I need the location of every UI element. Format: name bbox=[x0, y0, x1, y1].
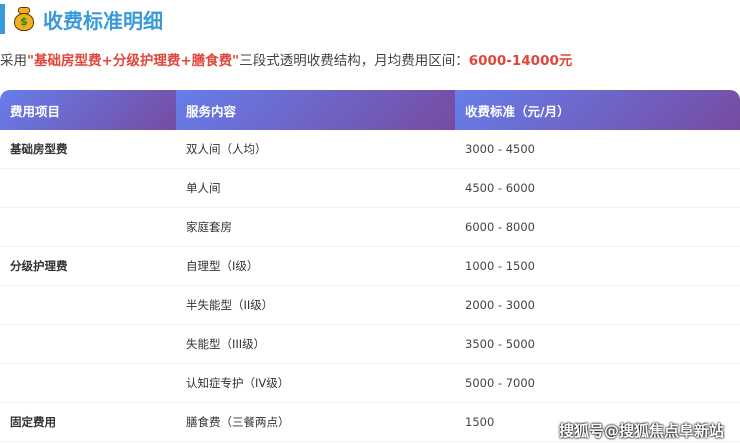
table-header: 费用项目 服务内容 收费标准（元/月） bbox=[0, 90, 740, 130]
table-row: 基础房型费 双人间（人均） 3000 - 4500 bbox=[0, 130, 740, 169]
cell-price: 5000 - 7000 bbox=[465, 376, 535, 390]
cell-item: 分级护理费 bbox=[10, 259, 68, 273]
cell-price: 1000 - 1500 bbox=[465, 259, 535, 273]
cell-service: 半失能型（II级） bbox=[186, 298, 274, 312]
section-title-text: 收费标准明细 bbox=[43, 8, 163, 33]
cell-service: 单人间 bbox=[186, 181, 221, 195]
summary-middle: 三段式透明收费结构，月均费用区间： bbox=[239, 53, 469, 69]
cell-item: 基础房型费 bbox=[10, 142, 68, 156]
cell-price: 3500 - 5000 bbox=[465, 337, 535, 351]
summary-range: 6000-14000元 bbox=[468, 53, 573, 69]
table-row: 半失能型（II级） 2000 - 3000 bbox=[0, 286, 740, 325]
fee-summary: 采用"基础房型费+分级护理费+膳食费"三段式透明收费结构，月均费用区间：6000… bbox=[0, 49, 572, 69]
table-row: 认知症专护（IV级） 5000 - 7000 bbox=[0, 364, 740, 403]
money-bag-icon: $ bbox=[13, 7, 35, 31]
cell-price: 2000 - 3000 bbox=[465, 298, 535, 312]
summary-prefix: 采用 bbox=[0, 53, 27, 69]
section-title: $ 收费标准明细 bbox=[0, 4, 163, 34]
header-item: 费用项目 bbox=[0, 90, 176, 130]
summary-highlight: 基础房型费+分级护理费+膳食费 bbox=[34, 53, 233, 69]
table-row: 分级护理费 自理型（I级） 1000 - 1500 bbox=[0, 247, 740, 286]
cell-service: 失能型（III级） bbox=[186, 337, 266, 351]
cell-service: 家庭套房 bbox=[186, 220, 232, 234]
cell-price: 3000 - 4500 bbox=[465, 142, 535, 156]
cell-price: 6000 - 8000 bbox=[465, 220, 535, 234]
cell-service: 双人间（人均） bbox=[186, 142, 267, 156]
cell-price: 4500 - 6000 bbox=[465, 181, 535, 195]
table-row: 失能型（III级） 3500 - 5000 bbox=[0, 325, 740, 364]
fee-table: 费用项目 服务内容 收费标准（元/月） 基础房型费 双人间（人均） 3000 - 4… bbox=[0, 90, 740, 442]
table-row: 单人间 4500 - 6000 bbox=[0, 169, 740, 208]
header-price: 收费标准（元/月） bbox=[455, 90, 740, 130]
cell-service: 自理型（I级） bbox=[186, 259, 259, 273]
header-service: 服务内容 bbox=[176, 90, 455, 130]
cell-item: 固定费用 bbox=[10, 415, 56, 429]
watermark: 搜狐号@搜狐焦点阜新站 bbox=[558, 422, 724, 440]
cell-service: 膳食费（三餐两点） bbox=[186, 415, 290, 429]
quote-open: " bbox=[27, 53, 35, 69]
cell-service: 认知症专护（IV级） bbox=[186, 376, 290, 390]
table-row: 家庭套房 6000 - 8000 bbox=[0, 208, 740, 247]
